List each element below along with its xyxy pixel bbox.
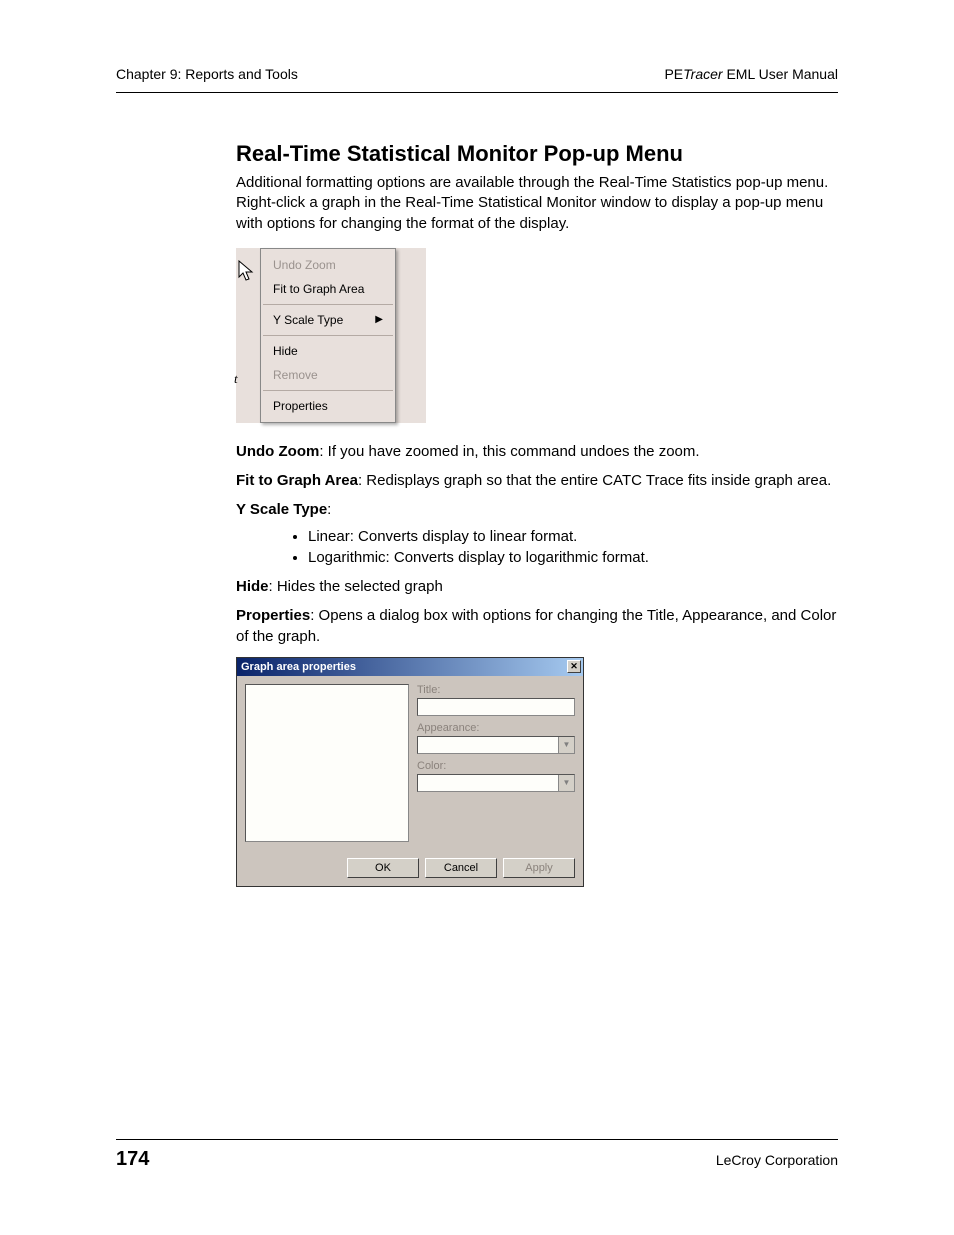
desc-yscale: Y Scale Type:	[236, 499, 838, 520]
context-menu: Undo Zoom Fit to Graph Area Y Scale Type…	[260, 248, 396, 423]
footer-company: LeCroy Corporation	[716, 1152, 838, 1168]
popup-menu-figure: Undo Zoom Fit to Graph Area Y Scale Type…	[236, 248, 426, 423]
axis-t-marker: t	[234, 371, 238, 387]
desc-fit: Fit to Graph Area: Redisplays graph so t…	[236, 470, 838, 491]
yscale-logarithmic: Logarithmic: Converts display to logarit…	[308, 549, 838, 566]
page-header: Chapter 9: Reports and Tools PETracer EM…	[116, 66, 838, 93]
dialog-close-button[interactable]: ✕	[567, 660, 581, 673]
color-field-label: Color:	[417, 760, 575, 772]
section-title: Real-Time Statistical Monitor Pop-up Men…	[236, 141, 838, 167]
title-field-label: Title:	[417, 684, 575, 696]
dialog-body: Title: Appearance: ▼ Color: ▼	[237, 676, 583, 850]
appearance-select[interactable]: ▼	[417, 736, 575, 754]
properties-dialog: Graph area properties ✕ Title: Appearanc…	[236, 657, 584, 887]
menu-y-scale-type[interactable]: Y Scale Type ▶	[261, 308, 395, 332]
header-manual: PETracer EML User Manual	[664, 66, 838, 82]
header-chapter: Chapter 9: Reports and Tools	[116, 66, 298, 82]
title-input[interactable]	[417, 698, 575, 716]
menu-hide[interactable]: Hide	[261, 339, 395, 363]
desc-properties: Properties: Opens a dialog box with opti…	[236, 605, 838, 647]
apply-button[interactable]: Apply	[503, 858, 575, 878]
dropdown-arrow-icon: ▼	[558, 737, 574, 753]
menu-divider	[263, 304, 393, 305]
menu-divider	[263, 335, 393, 336]
color-select[interactable]: ▼	[417, 774, 575, 792]
submenu-arrow-icon: ▶	[375, 314, 383, 325]
dialog-titlebar: Graph area properties ✕	[237, 658, 583, 676]
page-number: 174	[116, 1148, 149, 1171]
dialog-button-row: OK Cancel Apply	[237, 850, 583, 886]
appearance-field-label: Appearance:	[417, 722, 575, 734]
cursor-icon	[238, 260, 256, 284]
menu-undo-zoom[interactable]: Undo Zoom	[261, 253, 395, 277]
yscale-linear: Linear: Converts display to linear forma…	[308, 528, 838, 545]
page-footer: 174 LeCroy Corporation	[116, 1139, 838, 1171]
menu-divider	[263, 390, 393, 391]
yscale-options-list: Linear: Converts display to linear forma…	[308, 528, 838, 566]
ok-button[interactable]: OK	[347, 858, 419, 878]
menu-fit-to-graph[interactable]: Fit to Graph Area	[261, 277, 395, 301]
desc-undo-zoom: Undo Zoom: If you have zoomed in, this c…	[236, 441, 838, 462]
cancel-button[interactable]: Cancel	[425, 858, 497, 878]
dialog-preview-pane	[245, 684, 409, 842]
dropdown-arrow-icon: ▼	[558, 775, 574, 791]
menu-remove[interactable]: Remove	[261, 363, 395, 387]
dialog-title: Graph area properties	[241, 661, 356, 673]
intro-paragraph: Additional formatting options are availa…	[236, 173, 838, 234]
menu-properties[interactable]: Properties	[261, 394, 395, 418]
dialog-fields: Title: Appearance: ▼ Color: ▼	[417, 684, 575, 842]
desc-hide: Hide: Hides the selected graph	[236, 576, 838, 597]
